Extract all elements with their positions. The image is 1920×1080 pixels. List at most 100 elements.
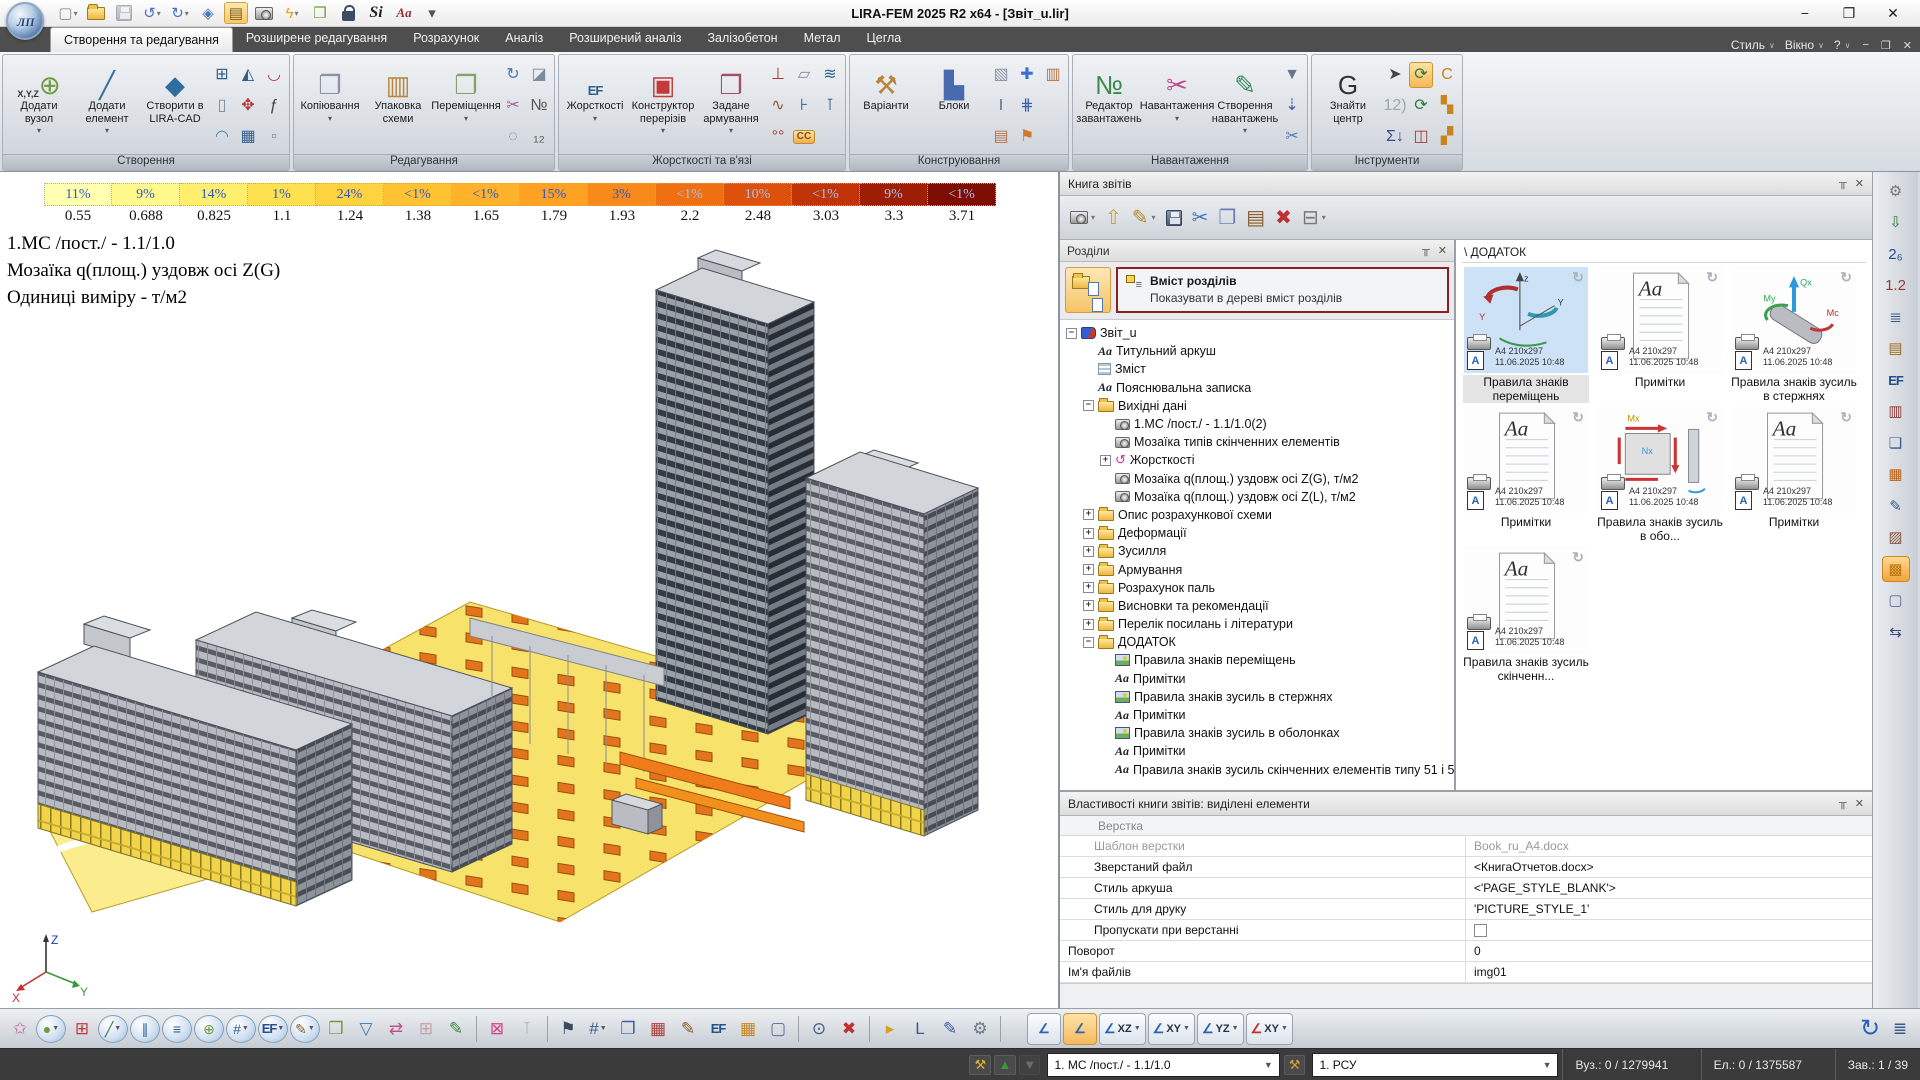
rv-mosaic-active-button[interactable]: ▩ — [1882, 556, 1910, 582]
grid2-button[interactable]: #▼ — [584, 1015, 612, 1043]
one-two-button[interactable]: 12) — [1383, 93, 1407, 119]
sections-content-button[interactable] — [1065, 267, 1111, 313]
springs-button[interactable]: ∿ — [766, 93, 790, 119]
concrete-button[interactable]: ▧ — [989, 62, 1013, 88]
open-folder-button[interactable] — [84, 2, 108, 24]
thumbnail-image[interactable]: Aa↻AA4 210x29711.06.2025 10:48 — [1464, 407, 1588, 513]
dash-grid-button[interactable]: ▫ — [262, 124, 286, 150]
panels-button[interactable]: ≣ — [1886, 1015, 1914, 1043]
rv-digits-button[interactable]: 2₆ — [1882, 241, 1910, 267]
add-node-button[interactable]: X,Y,Z⊕Додати вузол▾ — [6, 57, 72, 152]
truss-gen-button[interactable]: ◭ — [236, 62, 260, 88]
rv-mosaic-button[interactable]: ▤ — [1882, 336, 1910, 362]
tree-item[interactable]: −ДОДАТОК — [1062, 633, 1452, 651]
select-ef-button[interactable]: EF▼ — [258, 1015, 288, 1043]
c-tiles-button[interactable]: C — [1435, 62, 1459, 88]
tree-item[interactable]: +Висновки та рекомендації — [1062, 597, 1452, 615]
rsu-select[interactable]: 1. РСУ▼ — [1312, 1053, 1558, 1077]
sign-post-button[interactable]: ⚑ — [1015, 124, 1039, 150]
restore-button[interactable]: ❐ — [1840, 5, 1858, 22]
model-viewport[interactable]: 11%9%14%1%24%<1%<1%15%3%<1%10%<1%9%<1% 0… — [0, 172, 1060, 1008]
mdi-restore-button[interactable]: ❐ — [1881, 39, 1891, 52]
select-horizontal-button[interactable]: ≡ — [162, 1015, 192, 1043]
doc-sheet-button[interactable]: ▢ — [764, 1015, 792, 1043]
lira-block-button[interactable]: ❒ — [308, 2, 332, 24]
tab-5[interactable]: Розширений аналіз — [556, 27, 694, 52]
view-xz-button[interactable]: ∠XZ▼ — [1099, 1013, 1146, 1045]
collapse-icon[interactable]: − — [1083, 400, 1094, 411]
thumbnail-image[interactable]: Aa↻AA4 210x29711.06.2025 10:48 — [1598, 267, 1722, 373]
pencil-blue-button[interactable]: ✎ — [936, 1015, 964, 1043]
rv-layers-button[interactable]: ❏ — [1882, 430, 1910, 456]
weight-button[interactable]: ▼ — [1280, 62, 1304, 88]
tree-item[interactable]: −Звіт_u — [1062, 324, 1452, 342]
app-logo-icon[interactable] — [6, 2, 44, 40]
rotate-view-button[interactable]: ↻ — [1856, 1015, 1884, 1043]
undo-button[interactable]: ↺▾ — [140, 2, 164, 24]
diagram-button[interactable]: ◫ — [1409, 124, 1433, 150]
thumbnail-item[interactable]: Aa↻AA4 210x29711.06.2025 10:48Примітки — [1462, 407, 1590, 543]
given-rebar-button[interactable]: ❒Задане армування▾ — [698, 57, 764, 152]
rsu-icon[interactable]: ⚒ — [1284, 1055, 1306, 1075]
mdi-close-button[interactable]: ✕ — [1903, 39, 1912, 52]
tree-item[interactable]: +AaПримітки — [1062, 706, 1452, 724]
tree-item[interactable]: +Перелік посилань і літератури — [1062, 615, 1452, 633]
brick-button[interactable]: ▤ — [989, 124, 1013, 150]
thumbnail-image[interactable]: MxNx↻AA4 210x29711.06.2025 10:48 — [1598, 407, 1722, 513]
rv-chart-button[interactable]: ▥ — [1882, 399, 1910, 425]
collapse-icon[interactable]: − — [1066, 328, 1077, 339]
tree-item[interactable]: +AaТитульний аркуш — [1062, 342, 1452, 360]
close-icon[interactable]: ✕ — [1438, 244, 1447, 257]
tree-item[interactable]: +Армування — [1062, 560, 1452, 578]
pin-tiles-button[interactable]: ▞ — [1435, 124, 1459, 150]
sum-down-button[interactable]: Σ↓ — [1383, 124, 1407, 150]
scale-cell[interactable]: 11% — [44, 183, 112, 206]
rb-copy-button[interactable]: ❐ — [1218, 208, 1236, 228]
rv-scale-button[interactable]: 1.2 — [1882, 273, 1910, 299]
property-value[interactable]: Book_ru_A4.docx — [1466, 836, 1872, 856]
scale-cell[interactable]: 9% — [860, 183, 928, 206]
loadcase-up-icon[interactable]: ▲ — [994, 1055, 1016, 1075]
renumber-button[interactable]: ₁₂ — [527, 124, 551, 150]
tree-item[interactable]: +↺Жорсткості — [1062, 451, 1452, 469]
cube-move-button[interactable]: ✥ — [236, 93, 260, 119]
rv-compare-button[interactable]: ⇆ — [1882, 619, 1910, 645]
blocks-button[interactable]: ▙Блоки — [921, 57, 987, 152]
scale-cell[interactable]: 14% — [180, 183, 248, 206]
scale-cell[interactable]: <1% — [656, 183, 724, 206]
gear-tool-button[interactable]: ⚙ — [966, 1015, 994, 1043]
tree-item[interactable]: +Деформації — [1062, 524, 1452, 542]
scale-cell[interactable]: <1% — [452, 183, 520, 206]
property-value[interactable]: <КнигаОтчетов.docx> — [1466, 857, 1872, 877]
dome-gen-button[interactable]: ◠ — [210, 124, 234, 150]
rv-palette-button[interactable]: ▦ — [1882, 462, 1910, 488]
close-icon[interactable]: ✕ — [1855, 797, 1864, 810]
page-number-button[interactable]: № — [527, 93, 551, 119]
block-3d-button[interactable]: ❒ — [322, 1015, 350, 1043]
tree-item[interactable]: +Зусилля — [1062, 542, 1452, 560]
si-button[interactable]: Si — [364, 2, 388, 24]
menu-1[interactable]: Стиль∨ — [1731, 38, 1775, 52]
l-tool-button[interactable]: L — [906, 1015, 934, 1043]
thumbnail-item[interactable]: zYY↻AA4 210x29711.06.2025 10:48Правила з… — [1462, 267, 1590, 403]
select-mesh-button[interactable]: ◌ — [501, 124, 525, 150]
pin-icon[interactable]: ╥ — [1422, 244, 1430, 257]
tab-4[interactable]: Аналіз — [492, 27, 556, 52]
new-file-button[interactable]: ▢▾ — [56, 2, 80, 24]
pages-blue-button[interactable]: ❐ — [614, 1015, 642, 1043]
thumbnail-image[interactable]: zYY↻AA4 210x29711.06.2025 10:48 — [1464, 267, 1588, 373]
property-value[interactable]: 'PICTURE_STYLE_1' — [1466, 899, 1872, 919]
move-pages-button[interactable]: ❐Переміщення▾ — [433, 57, 499, 152]
load-create-button[interactable]: ✎Створення навантажень▾ — [1212, 57, 1278, 152]
run-lightning-button[interactable]: ϟ▾ — [280, 2, 304, 24]
supports-button[interactable]: ⊥ — [766, 62, 790, 88]
arc-gen-button[interactable]: ◡ — [262, 62, 286, 88]
more-button[interactable]: ▾ — [420, 2, 444, 24]
view-xy-button[interactable]: ∠XY▼ — [1148, 1013, 1195, 1045]
result-color-scale[interactable]: 11%9%14%1%24%<1%<1%15%3%<1%10%<1%9%<1% — [44, 183, 996, 206]
view-iso-button[interactable]: ∠ — [1027, 1013, 1061, 1045]
tree-item[interactable]: +Зміст — [1062, 360, 1452, 378]
rb-paste-button[interactable]: ▤ — [1246, 208, 1265, 228]
thumbnail-item[interactable]: Aa↻AA4 210x29711.06.2025 10:48Правила зн… — [1462, 547, 1590, 683]
hammer-button[interactable]: ⚒Варіанти — [853, 57, 919, 152]
